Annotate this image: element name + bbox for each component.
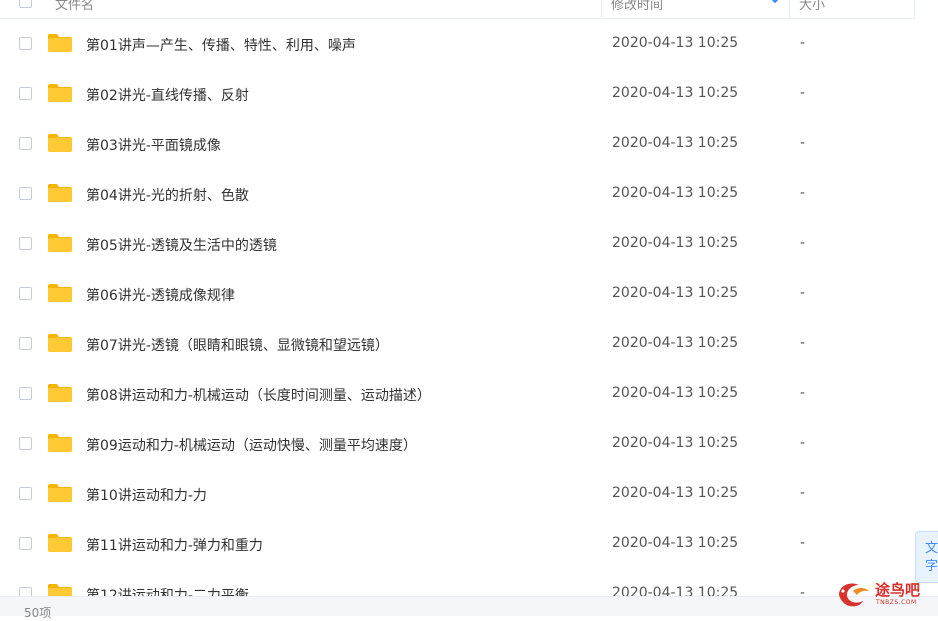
file-size: - (800, 135, 806, 151)
file-modified-time: 2020-04-13 10:25 (612, 385, 739, 401)
column-divider[interactable] (789, 0, 790, 18)
file-size: - (800, 485, 806, 501)
row-checkbox[interactable] (19, 187, 32, 200)
file-name[interactable]: 第08讲运动和力-机械运动（长度时间测量、运动描述） (86, 385, 431, 405)
folder-icon[interactable] (47, 283, 73, 303)
folder-icon[interactable] (47, 483, 73, 503)
file-name[interactable]: 第07讲光-透镜（眼睛和眼镜、显微镜和望远镜） (86, 335, 389, 355)
file-size: - (800, 385, 806, 401)
file-size: - (800, 185, 806, 201)
file-modified-time: 2020-04-13 10:25 (612, 335, 739, 351)
watermark-logo: 途鸟吧 TNBZS.COM (833, 577, 933, 611)
file-row[interactable]: 第03讲光-平面镜成像 2020-04-13 10:25 - (0, 119, 915, 169)
select-all-checkbox[interactable] (19, 0, 32, 8)
row-checkbox[interactable] (19, 387, 32, 400)
row-checkbox[interactable] (19, 37, 32, 50)
file-size: - (800, 435, 806, 451)
row-checkbox[interactable] (19, 237, 32, 250)
side-tab[interactable]: 文字 (915, 531, 938, 583)
column-divider[interactable] (914, 0, 915, 18)
folder-icon[interactable] (47, 533, 73, 553)
file-list: 第01讲声—产生、传播、特性、利用、噪声 2020-04-13 10:25- 第02… (0, 19, 915, 619)
file-name[interactable]: 第04讲光-光的折射、色散 (86, 185, 249, 205)
watermark-text: 途鸟吧 (875, 581, 921, 599)
file-size: - (800, 285, 806, 301)
file-name[interactable]: 第03讲光-平面镜成像 (86, 135, 221, 155)
folder-icon[interactable] (47, 183, 73, 203)
file-name[interactable]: 第11讲运动和力-弹力和重力 (86, 535, 263, 555)
row-checkbox[interactable] (19, 337, 32, 350)
column-header-size[interactable]: 大小 (799, 0, 825, 13)
file-modified-time: 2020-04-13 10:25 (612, 535, 739, 551)
file-row[interactable]: 第09运动和力-机械运动（运动快慢、测量平均速度） 2020-04-13 10:2… (0, 419, 915, 469)
file-modified-time: 2020-04-13 10:25 (612, 85, 739, 101)
file-row[interactable]: 第06讲光-透镜成像规律 2020-04-13 10:25 - (0, 269, 915, 319)
file-modified-time: 2020-04-13 10:25 (612, 185, 739, 201)
file-row[interactable]: 第08讲运动和力-机械运动（长度时间测量、运动描述） 2020-04-13 10:… (0, 369, 915, 419)
file-modified-time: 2020-04-13 10:25 (612, 435, 739, 451)
side-tab-label: 文字 (925, 541, 938, 574)
folder-icon[interactable] (47, 433, 73, 453)
file-row[interactable]: 第11讲运动和力-弹力和重力 2020-04-13 10:25 - (0, 519, 915, 569)
file-row[interactable]: 第10讲运动和力-力 2020-04-13 10:25 - (0, 469, 915, 519)
file-size: - (800, 535, 806, 551)
row-checkbox[interactable] (19, 537, 32, 550)
folder-icon[interactable] (47, 33, 73, 53)
file-modified-time: 2020-04-13 10:25 (612, 135, 739, 151)
folder-icon[interactable] (47, 333, 73, 353)
file-row[interactable]: 第05讲光-透镜及生活中的透镜 2020-04-13 10:25 - (0, 219, 915, 269)
watermark-subtext: TNBZS.COM (876, 599, 917, 606)
file-modified-time: 2020-04-13 10:25 (612, 485, 739, 501)
file-name[interactable]: 第09运动和力-机械运动（运动快慢、测量平均速度） (86, 435, 417, 455)
file-row[interactable]: 第01讲声—产生、传播、特性、利用、噪声 2020-04-13 10:25 - (0, 19, 915, 69)
item-count: 50项 (24, 606, 52, 620)
column-header-time[interactable]: 修改时间 (611, 0, 663, 13)
file-size: - (800, 335, 806, 351)
file-name[interactable]: 第01讲声—产生、传播、特性、利用、噪声 (86, 35, 356, 55)
file-size: - (800, 85, 806, 101)
file-name[interactable]: 第02讲光-直线传播、反射 (86, 85, 249, 105)
row-checkbox[interactable] (19, 487, 32, 500)
row-checkbox[interactable] (19, 137, 32, 150)
bird-logo-icon (839, 583, 869, 607)
row-checkbox[interactable] (19, 437, 32, 450)
sort-indicator-icon[interactable] (770, 0, 780, 4)
file-row[interactable]: 第04讲光-光的折射、色散 2020-04-13 10:25 - (0, 169, 915, 219)
status-bar: 50项 (0, 596, 938, 620)
file-size: - (800, 235, 806, 251)
row-checkbox[interactable] (19, 87, 32, 100)
folder-icon[interactable] (47, 383, 73, 403)
folder-icon[interactable] (47, 133, 73, 153)
file-size: - (800, 35, 806, 51)
column-divider[interactable] (601, 0, 602, 18)
file-name[interactable]: 第05讲光-透镜及生活中的透镜 (86, 235, 277, 255)
file-row[interactable]: 第02讲光-直线传播、反射 2020-04-13 10:25 - (0, 69, 915, 119)
file-modified-time: 2020-04-13 10:25 (612, 235, 739, 251)
file-modified-time: 2020-04-13 10:25 (612, 35, 739, 51)
file-modified-time: 2020-04-13 10:25 (612, 285, 739, 301)
file-list-header: 文件名 修改时间 大小 (0, 0, 915, 19)
row-checkbox[interactable] (19, 287, 32, 300)
file-row[interactable]: 第07讲光-透镜（眼睛和眼镜、显微镜和望远镜） 2020-04-13 10:25 - (0, 319, 915, 369)
column-header-name[interactable]: 文件名 (55, 0, 94, 13)
file-name[interactable]: 第06讲光-透镜成像规律 (86, 285, 235, 305)
folder-icon[interactable] (47, 233, 73, 253)
file-name[interactable]: 第10讲运动和力-力 (86, 485, 207, 505)
folder-icon[interactable] (47, 83, 73, 103)
